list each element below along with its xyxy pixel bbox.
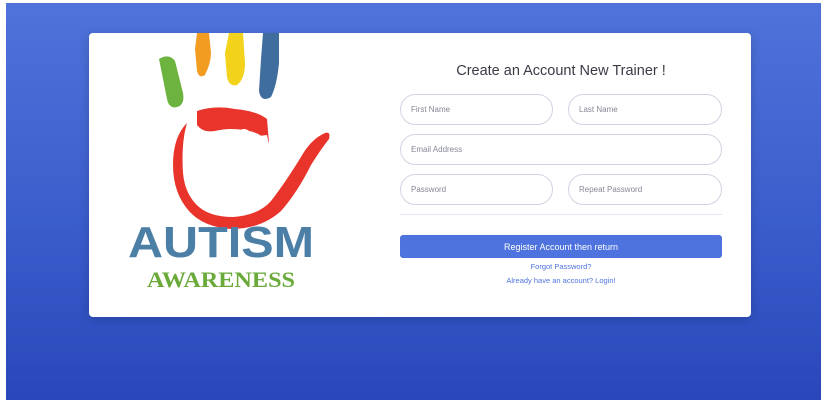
form-title: Create an Account New Trainer ! [456,63,666,79]
last-name-field[interactable] [568,94,722,125]
logo-subtitle: AWARENESS [147,267,295,292]
blue-finger-icon [259,33,279,99]
yellow-finger-icon [225,33,245,86]
orange-finger-icon [195,33,211,77]
register-form: Create an Account New Trainer ! Register… [400,33,722,317]
logo-title: AUTISM [128,218,314,267]
email-field[interactable] [400,134,722,165]
first-name-field[interactable] [400,94,553,125]
repeat-password-field[interactable] [568,174,722,205]
form-divider [400,214,722,215]
login-link[interactable]: Already have an account? Login! [400,276,722,285]
puzzle-piece-icon [213,129,281,199]
password-field[interactable] [400,174,553,205]
register-button[interactable]: Register Account then return [400,235,722,258]
green-finger-icon [159,56,184,108]
autism-awareness-logo: AUTISM AWARENESS [128,33,330,292]
register-card: AUTISM AWARENESS Create an Account New T… [89,33,751,317]
forgot-password-link[interactable]: Forgot Password? [400,262,722,271]
